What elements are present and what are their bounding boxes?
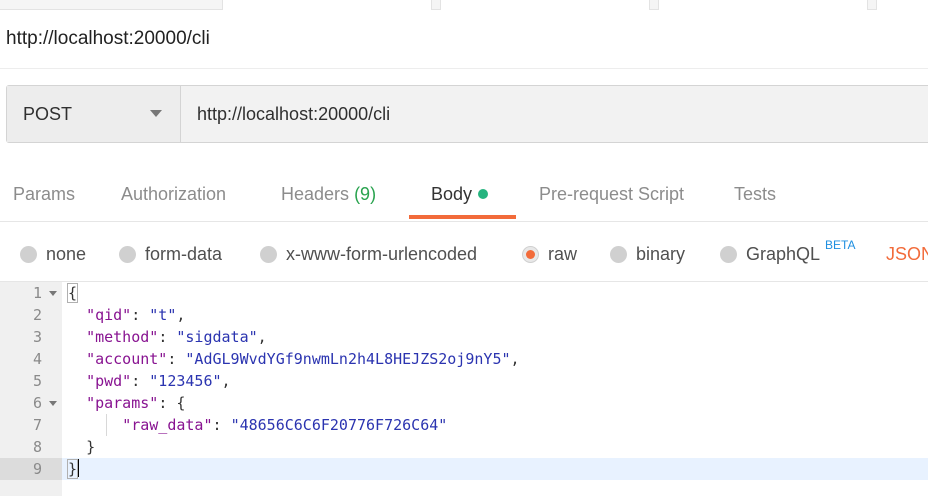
tab-pre-request-script[interactable]: Pre-request Script [539,168,684,222]
line-number: 8 [32,438,42,456]
method-label: POST [23,103,73,124]
code-line-current: 9 } [0,458,928,480]
headers-count-badge: (9) [354,184,377,204]
json-value: "sigdata" [176,328,258,346]
fold-arrow-icon[interactable] [49,291,57,296]
line-number: 4 [32,350,42,368]
code-line: 6 "params": { [0,392,928,414]
json-key: "raw_data" [122,416,213,434]
line-number: 6 [32,394,42,412]
json-key: "pwd" [86,372,132,390]
json-key: "params" [86,394,159,412]
format-dropdown[interactable]: JSON [886,240,928,268]
tab-label: Tests [734,184,777,204]
code-line: 2 "qid": "t", [0,304,928,326]
radio-form-data[interactable]: form-data [119,240,222,268]
url-input[interactable] [181,86,928,142]
code-line: 7 "raw_data": "48656C6C6F20776F726C64" [0,414,928,436]
request-tab[interactable] [658,0,868,10]
code-text: "raw_data": "48656C6C6F20776F726C64" [122,416,448,434]
body-type-options: none form-data x-www-form-urlencoded raw… [0,234,928,274]
request-tab[interactable] [876,0,928,10]
code-text: "method": "sigdata", [86,328,267,346]
radio-none[interactable]: none [20,240,86,268]
code-line: 3 "method": "sigdata", [0,326,928,348]
code-line: 5 "pwd": "123456", [0,370,928,392]
radio-button[interactable] [20,245,37,263]
radio-binary[interactable]: binary [610,240,685,268]
radio-button[interactable] [720,245,737,263]
request-tab[interactable] [222,0,432,10]
radio-label: none [46,243,87,264]
code-text: } [66,459,80,479]
radio-label: binary [636,243,686,264]
tab-tests[interactable]: Tests [734,168,776,222]
json-key: "method" [86,328,159,346]
radio-button[interactable] [260,245,277,263]
radio-button-checked[interactable] [522,245,539,263]
json-value: "AdGL9WvdYGf9nwmLn2h4L8HEJZS2oj9nY5" [185,350,511,368]
code-text: "qid": "t", [86,306,186,324]
line-number: 9 [32,460,42,478]
active-tab-indicator [409,215,516,219]
header-divider [0,68,928,69]
body-status-dot [478,189,489,199]
tab-params[interactable]: Params [13,168,75,222]
tab-label: Headers [281,184,350,204]
code-text: { [66,283,79,303]
json-key: "account" [86,350,168,368]
radio-graphql[interactable]: GraphQL BETA [720,238,856,268]
line-number: 2 [32,306,42,324]
body-code-editor[interactable]: 1 { 2 "qid": "t", 3 "method": "sigdata",… [0,281,928,496]
tab-label: Authorization [121,184,227,204]
radio-button[interactable] [610,245,627,263]
radio-button[interactable] [119,245,136,263]
radio-raw[interactable]: raw [522,240,577,268]
radio-label: raw [548,243,578,264]
json-value: "t" [149,306,177,324]
beta-badge: BETA [825,238,856,252]
radio-label: GraphQL [746,243,821,264]
method-select[interactable]: POST [7,86,181,142]
code-text: "pwd": "123456", [86,372,231,390]
radio-label: x-www-form-urlencoded [286,243,478,264]
url-bar: POST [6,85,928,143]
tab-body[interactable]: Body [431,168,489,222]
line-number: 3 [32,328,42,346]
tab-label: Pre-request Script [539,184,685,204]
request-tabs: Params Authorization Headers (9) Body Pr… [0,168,928,222]
json-key: "qid" [86,306,132,324]
request-name: http://localhost:20000/cli [6,28,210,49]
tab-label: Body [431,184,473,204]
radio-label: form-data [145,243,223,264]
line-number: 7 [32,416,42,434]
tab-authorization[interactable]: Authorization [121,168,226,222]
radio-urlencoded[interactable]: x-www-form-urlencoded [260,240,477,268]
line-number: 5 [32,372,42,390]
request-tab[interactable] [440,0,650,10]
json-value: "123456" [149,372,222,390]
tab-label: Params [13,184,76,204]
tab-headers[interactable]: Headers (9) [281,168,376,222]
line-number: 1 [32,284,42,302]
code-line: 1 { [0,282,928,304]
code-text: } [86,438,96,456]
fold-arrow-icon[interactable] [49,401,57,406]
chevron-down-icon [150,110,162,117]
code-line: 8 } [0,436,928,458]
code-text: "params": { [86,394,186,412]
code-text: "account": "AdGL9WvdYGf9nwmLn2h4L8HEJZS2… [86,350,520,368]
json-value: "48656C6C6F20776F726C64" [230,416,448,434]
text-cursor [77,459,80,477]
top-tab-strip [0,0,928,10]
code-line: 4 "account": "AdGL9WvdYGf9nwmLn2h4L8HEJZ… [0,348,928,370]
